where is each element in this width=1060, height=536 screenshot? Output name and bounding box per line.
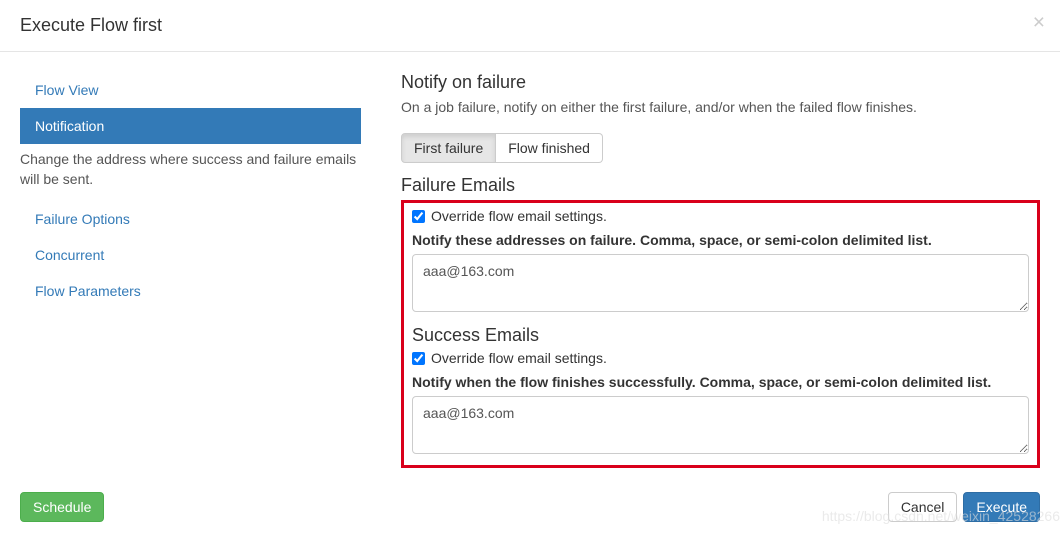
failure-override-checkbox[interactable]	[412, 210, 425, 223]
success-override-checkbox[interactable]	[412, 352, 425, 365]
failure-override-label[interactable]: Override flow email settings.	[431, 208, 607, 224]
success-override-label[interactable]: Override flow email settings.	[431, 350, 607, 366]
cancel-button[interactable]: Cancel	[888, 492, 958, 522]
notify-toggle-group: First failure Flow finished	[401, 133, 603, 163]
close-button[interactable]: ×	[1033, 12, 1045, 33]
section-desc: On a job failure, notify on either the f…	[401, 99, 1040, 115]
success-emails-title: Success Emails	[412, 325, 1029, 346]
highlight-box: Override flow email settings. Notify the…	[401, 200, 1040, 468]
sidebar: Flow View Notification Change the addres…	[20, 72, 361, 468]
section-title: Notify on failure	[401, 72, 1040, 93]
success-emails-input[interactable]	[412, 396, 1029, 454]
failure-emails-input[interactable]	[412, 254, 1029, 312]
sidebar-item-flow-parameters[interactable]: Flow Parameters	[20, 273, 361, 309]
failure-field-label: Notify these addresses on failure. Comma…	[412, 232, 1029, 248]
modal-title: Execute Flow first	[20, 15, 162, 35]
success-field-label: Notify when the flow finishes successful…	[412, 374, 1029, 390]
sidebar-item-notification[interactable]: Notification	[20, 108, 361, 144]
execute-button[interactable]: Execute	[963, 492, 1040, 522]
sidebar-active-desc: Change the address where success and fai…	[20, 144, 361, 201]
schedule-button[interactable]: Schedule	[20, 492, 104, 522]
content-panel: Notify on failure On a job failure, noti…	[361, 72, 1040, 468]
sidebar-item-concurrent[interactable]: Concurrent	[20, 237, 361, 273]
toggle-flow-finished[interactable]: Flow finished	[496, 133, 603, 163]
failure-emails-title: Failure Emails	[401, 175, 1040, 196]
toggle-first-failure[interactable]: First failure	[401, 133, 496, 163]
sidebar-item-flow-view[interactable]: Flow View	[20, 72, 361, 108]
sidebar-item-failure-options[interactable]: Failure Options	[20, 201, 361, 237]
